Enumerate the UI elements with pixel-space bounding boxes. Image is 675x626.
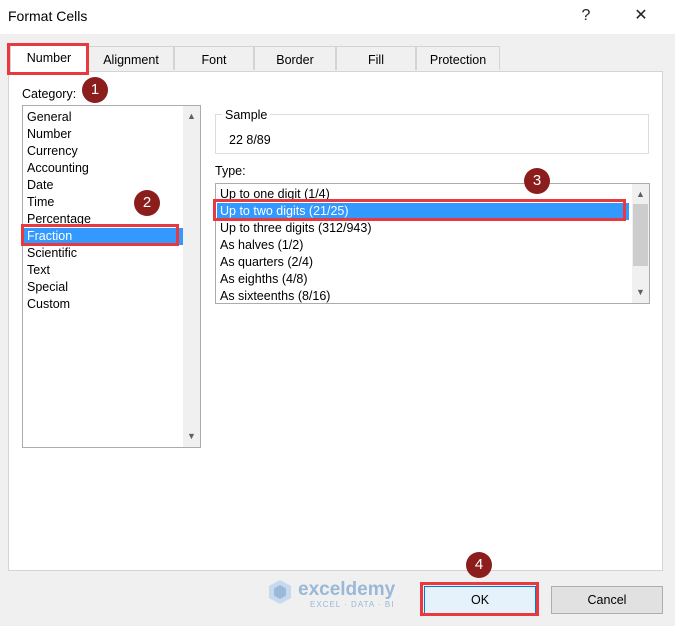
type-item-eighths[interactable]: As eighths (4/8) (220, 271, 308, 288)
type-item-halves[interactable]: As halves (1/2) (220, 237, 303, 254)
category-item-custom[interactable]: Custom (27, 296, 70, 313)
help-button[interactable]: ? (573, 4, 599, 28)
step-badge-2: 2 (134, 190, 160, 216)
tab-border[interactable]: Border (254, 46, 336, 70)
step-badge-1: 1 (82, 77, 108, 103)
step-badge-3: 3 (524, 168, 550, 194)
tab-protection[interactable]: Protection (416, 46, 500, 70)
tab-alignment[interactable]: Alignment (88, 46, 174, 70)
cancel-button[interactable]: Cancel (551, 586, 663, 614)
chevron-down-icon[interactable]: ▼ (183, 428, 200, 445)
category-item-date[interactable]: Date (27, 177, 53, 194)
chevron-down-icon[interactable]: ▼ (632, 284, 649, 301)
type-scrollbar[interactable]: ▲ ▼ (632, 184, 649, 303)
ok-button[interactable]: OK (424, 586, 536, 614)
close-button[interactable]: ✕ (628, 4, 654, 28)
step-badge-4: 4 (466, 552, 492, 578)
tab-number[interactable]: Number (10, 44, 88, 72)
type-item-sixteenths[interactable]: As sixteenths (8/16) (220, 288, 330, 303)
category-item-number[interactable]: Number (27, 126, 71, 143)
category-item-text[interactable]: Text (27, 262, 50, 279)
type-label: Type: (215, 164, 246, 178)
sample-label: Sample (222, 108, 271, 122)
category-item-currency[interactable]: Currency (27, 143, 78, 160)
category-item-special[interactable]: Special (27, 279, 68, 296)
category-item-percentage[interactable]: Percentage (27, 211, 91, 228)
type-item-one-digit[interactable]: Up to one digit (1/4) (220, 186, 330, 203)
category-label: Category: (22, 87, 77, 101)
type-item-two-digits[interactable]: Up to two digits (21/25) (217, 203, 629, 220)
category-item-time[interactable]: Time (27, 194, 54, 211)
type-scroll-thumb[interactable] (633, 204, 648, 266)
tab-fill[interactable]: Fill (336, 46, 416, 70)
category-item-scientific[interactable]: Scientific (27, 245, 77, 262)
type-item-quarters[interactable]: As quarters (2/4) (220, 254, 313, 271)
exceldemy-logo-icon (266, 578, 294, 606)
sample-box (215, 114, 649, 154)
category-item-accounting[interactable]: Accounting (27, 160, 89, 177)
type-item-three-digits[interactable]: Up to three digits (312/943) (220, 220, 371, 237)
chevron-up-icon[interactable]: ▲ (632, 186, 649, 203)
category-listbox[interactable]: General Number Currency Accounting Date … (22, 105, 201, 448)
close-icon: ✕ (634, 7, 648, 24)
watermark-tagline: EXCEL · DATA · BI (310, 600, 395, 609)
tab-font[interactable]: Font (174, 46, 254, 70)
type-listbox[interactable]: Up to one digit (1/4) Up to two digits (… (215, 183, 650, 304)
sample-value: 22 8/89 (229, 133, 271, 147)
watermark-name: exceldemy (298, 579, 396, 600)
category-item-fraction[interactable]: Fraction (24, 228, 184, 245)
dialog-title: Format Cells (8, 8, 88, 24)
category-item-general[interactable]: General (27, 109, 71, 126)
category-scrollbar[interactable]: ▲ ▼ (183, 106, 200, 447)
chevron-up-icon[interactable]: ▲ (183, 108, 200, 125)
